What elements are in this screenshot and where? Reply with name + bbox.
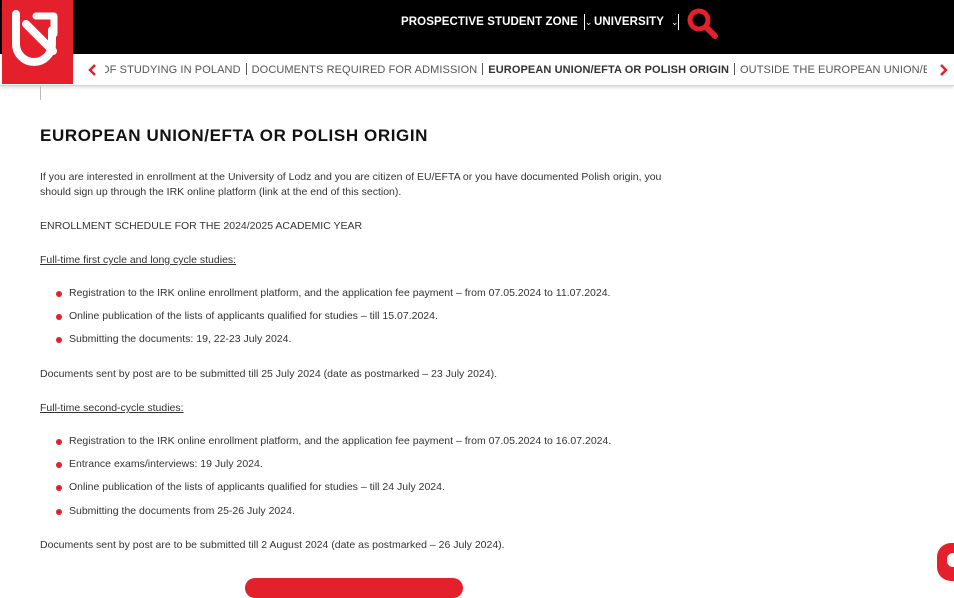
chat-widget-button[interactable] [937, 543, 954, 581]
nav-divider [584, 14, 585, 30]
decorative-divider [40, 86, 41, 100]
first-cycle-heading: Full-time first cycle and long cycle stu… [40, 254, 237, 266]
bullet-dot-icon [56, 337, 62, 343]
bullet-dot-icon [56, 509, 62, 515]
list-item-text: Online publication of the lists of appli… [69, 481, 445, 493]
bullet-dot-icon [56, 485, 62, 491]
subnav-item-studying-in-poland[interactable]: OF STUDYING IN POLAND [105, 64, 241, 76]
search-button[interactable] [686, 7, 720, 41]
list-item-text: Submitting the documents from 25-26 July… [69, 505, 295, 517]
list-item-text: Entrance exams/interviews: 19 July 2024. [69, 458, 263, 470]
list-item-text: Submitting the documents: 19, 22-23 July… [69, 333, 292, 345]
main-content: EUROPEAN UNION/EFTA OR POLISH ORIGIN [40, 126, 680, 146]
page-title: EUROPEAN UNION/EFTA OR POLISH ORIGIN [40, 126, 429, 145]
bullet-dot-icon [56, 291, 62, 297]
first-cycle-postal-note: Documents sent by post are to be submitt… [40, 368, 498, 380]
search-icon [687, 8, 718, 39]
subnav-divider [245, 63, 247, 75]
nav-divider [678, 14, 679, 30]
subnav-prev-button[interactable] [87, 63, 99, 77]
subnav-item-outside-eu-efta[interactable]: OUTSIDE THE EUROPEAN UNION/EFTA [740, 64, 927, 76]
nav-prospective-student-zone-label: PROSPECTIVE STUDENT ZONE [401, 16, 578, 28]
subnav-divider [482, 63, 484, 75]
list-item-text: Registration to the IRK online enrollmen… [69, 287, 611, 299]
list-item-text: Registration to the IRK online enrollmen… [69, 435, 612, 447]
nav-university-label: UNIVERSITY [594, 16, 665, 28]
chevron-down-icon: ⌄ [584, 16, 593, 27]
university-logo-arrow-icon [12, 10, 58, 66]
bullet-dot-icon [56, 439, 62, 445]
schedule-heading: ENROLLMENT SCHEDULE FOR THE 2024/2025 AC… [40, 220, 363, 232]
subnav-next-button[interactable] [937, 63, 949, 77]
subnav-item-documents-required[interactable]: DOCUMENTS REQUIRED FOR ADMISSION [252, 64, 478, 76]
subnav-track: OF STUDYING IN POLAND DOCUMENTS REQUIRED … [105, 54, 927, 85]
nav-university[interactable]: UNIVERSITY ⌄ [594, 14, 679, 30]
chevron-left-icon [88, 64, 96, 76]
second-cycle-postal-note: Documents sent by post are to be submitt… [40, 539, 505, 551]
bullet-dot-icon [56, 462, 62, 468]
list-item-text: Online publication of the lists of appli… [69, 310, 438, 322]
university-logo[interactable] [2, 0, 73, 84]
subnav-item-eu-efta-polish-origin[interactable]: EUROPEAN UNION/EFTA OR POLISH ORIGIN [488, 64, 729, 76]
intro-paragraph: If you are interested in enrollment at t… [40, 171, 662, 198]
irk-platform-link-button[interactable] [245, 578, 463, 598]
second-cycle-heading: Full-time second-cycle studies: [40, 402, 184, 414]
bullet-dot-icon [56, 314, 62, 320]
subnav-divider [734, 63, 736, 75]
chat-bubble-icon [947, 553, 954, 567]
section-subnav: OF STUDYING IN POLAND DOCUMENTS REQUIRED … [0, 54, 954, 86]
chevron-right-icon [940, 64, 948, 76]
nav-prospective-student-zone[interactable]: PROSPECTIVE STUDENT ZONE ⌄ [401, 14, 593, 30]
